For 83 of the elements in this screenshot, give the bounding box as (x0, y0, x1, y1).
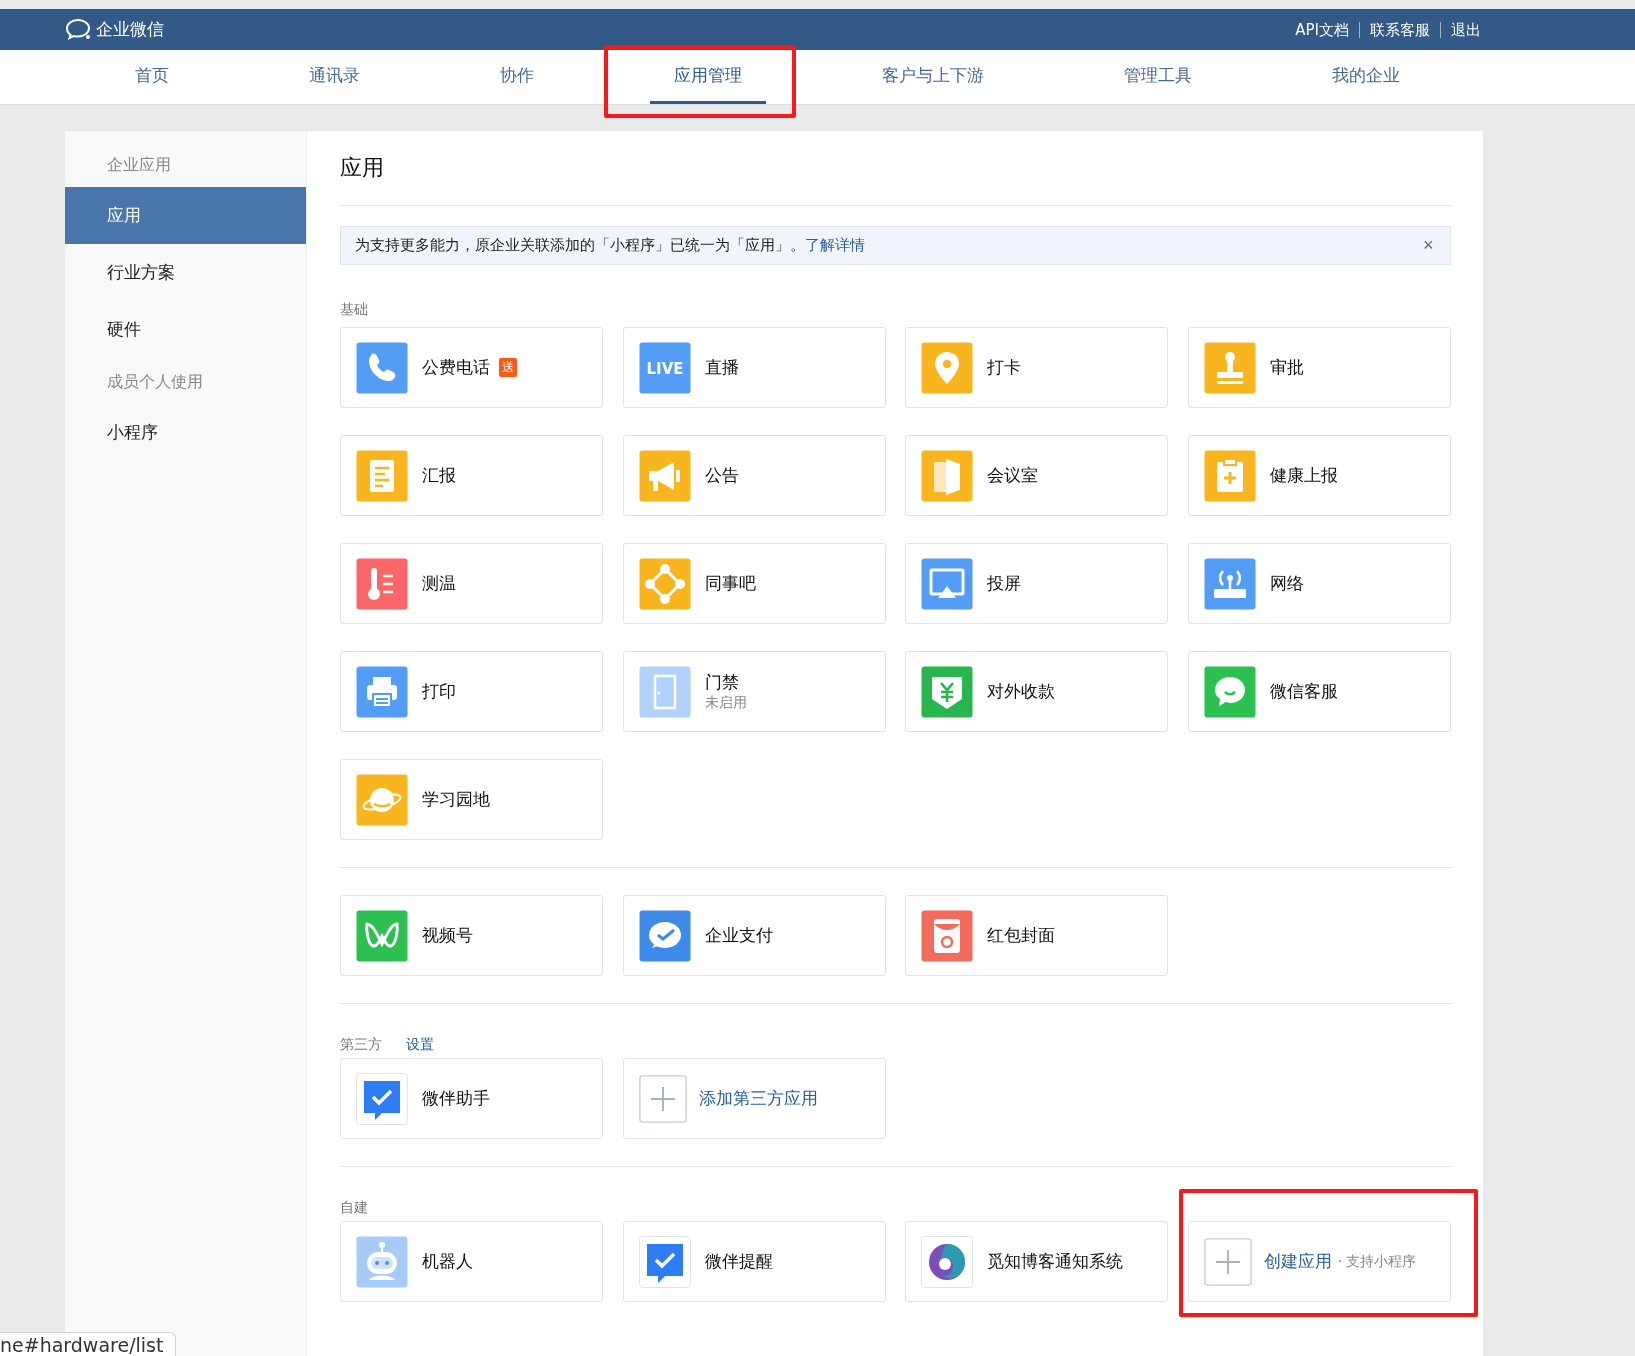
app-card[interactable]: 觅知博客通知系统 (905, 1221, 1168, 1302)
nav-tab[interactable]: 通讯录 (285, 50, 384, 104)
app-name: 直播 (704, 356, 739, 379)
details-link[interactable]: 了解详情 (805, 236, 865, 254)
sidebar-item[interactable]: 行业方案 (65, 244, 306, 301)
section-title: 基础 (340, 301, 368, 319)
app-name: 门禁 (704, 671, 739, 694)
header-link[interactable]: API文档 (1285, 21, 1359, 38)
sidebar-item[interactable]: 硬件 (65, 301, 306, 358)
add-app-note: · 支持小程序 (1337, 1252, 1417, 1271)
add-app-card[interactable]: 创建应用 · 支持小程序 (1187, 1221, 1451, 1302)
app-name: 觅知博客通知系统 (987, 1250, 1123, 1273)
app-name: 微信客服 (1269, 680, 1338, 703)
app-card[interactable]: 学习园地 (340, 759, 603, 840)
app-name: 打卡 (987, 356, 1021, 379)
status-url: ne#hardware/list (0, 1332, 177, 1356)
app-name: 汇报 (422, 464, 456, 487)
header-link[interactable]: 联系客服 (1359, 21, 1440, 38)
sidebar-heading: 企业应用 (106, 155, 172, 176)
nav-tab[interactable]: 协作 (476, 50, 558, 104)
app-card[interactable]: 公费电话 送 (340, 327, 603, 408)
app-card[interactable]: 会议室 (905, 435, 1168, 516)
header-link[interactable]: 退出 (1440, 21, 1491, 38)
app-name: 打印 (422, 680, 456, 703)
app-name: 审批 (1269, 356, 1304, 379)
sidebar-item[interactable]: 小程序 (65, 404, 306, 461)
app-card[interactable]: 打印 (340, 651, 603, 732)
app-name: 投屏 (987, 572, 1021, 595)
page-title: 应用 (340, 154, 385, 182)
section-title: 第三方 (340, 1036, 382, 1054)
app-card[interactable]: 微伴提醒 (622, 1221, 886, 1302)
app-card[interactable]: 微信客服 (1187, 651, 1451, 732)
app-status: 未启用 (704, 694, 747, 712)
app-name: 同事吧 (704, 572, 756, 595)
app-name: 会议室 (987, 464, 1038, 487)
app-card[interactable]: 汇报 (340, 435, 603, 516)
app-name: 公告 (704, 464, 739, 487)
app-card[interactable]: 企业支付 (622, 895, 886, 976)
app-card[interactable]: 同事吧 (622, 543, 886, 624)
app-name: 微伴提醒 (704, 1250, 773, 1273)
section-title: 自建 (340, 1199, 368, 1217)
app-card[interactable]: 审批 (1187, 327, 1451, 408)
live-icon: LIVE (638, 341, 691, 394)
add-app-label: 创建应用 (1263, 1250, 1332, 1273)
nav-tab[interactable]: 我的企业 (1308, 50, 1424, 104)
app-card[interactable]: 红包封面 (905, 895, 1168, 976)
app-card[interactable]: 打卡 (905, 327, 1168, 408)
nav-tab[interactable]: 应用管理 (650, 50, 766, 104)
app-name: 机器人 (422, 1250, 473, 1273)
notice-text: 为支持更多能力，原企业关联添加的「小程序」已统一为「应用」。了解详情 (355, 236, 865, 255)
app-card[interactable]: 对外收款 (905, 651, 1168, 732)
app-card[interactable]: LIVE 直播 (622, 327, 886, 408)
app-name: 视频号 (422, 924, 473, 947)
nav-tab[interactable]: 首页 (111, 50, 193, 104)
app-card[interactable]: 微伴助手 (340, 1058, 603, 1139)
settings-link[interactable]: 设置 (406, 1036, 434, 1054)
add-app-card[interactable]: 添加第三方应用 (622, 1058, 886, 1139)
plus-icon (638, 1074, 687, 1123)
plus-icon (1203, 1237, 1252, 1286)
app-card[interactable]: 健康上报 (1187, 435, 1451, 516)
gift-badge: 送 (499, 358, 517, 377)
app-card[interactable]: 视频号 (340, 895, 603, 976)
app-name: 公费电话 (422, 356, 490, 379)
app-card[interactable]: 投屏 (905, 543, 1168, 624)
app-card[interactable]: 公告 (622, 435, 886, 516)
app-name: 网络 (1269, 572, 1304, 595)
app-name: 企业支付 (704, 924, 773, 947)
app-name: 红包封面 (987, 924, 1055, 947)
sidebar-item[interactable]: 应用 (65, 187, 306, 244)
app-card[interactable]: 机器人 (340, 1221, 603, 1302)
brand-name: 企业微信 (96, 18, 164, 41)
app-name: 学习园地 (422, 788, 490, 811)
nav-tab[interactable]: 管理工具 (1100, 50, 1216, 104)
app-card[interactable]: 网络 (1187, 543, 1451, 624)
close-button[interactable]: × (1421, 235, 1436, 256)
app-name: 对外收款 (987, 680, 1055, 703)
app-name: 微伴助手 (422, 1087, 490, 1110)
app-name: 测温 (422, 572, 456, 595)
sidebar-heading: 成员个人使用 (106, 372, 204, 393)
nav-tab[interactable]: 客户与上下游 (858, 50, 1008, 104)
add-app-label: 添加第三方应用 (698, 1087, 818, 1110)
app-name: 健康上报 (1269, 464, 1338, 487)
app-card[interactable]: 测温 (340, 543, 603, 624)
